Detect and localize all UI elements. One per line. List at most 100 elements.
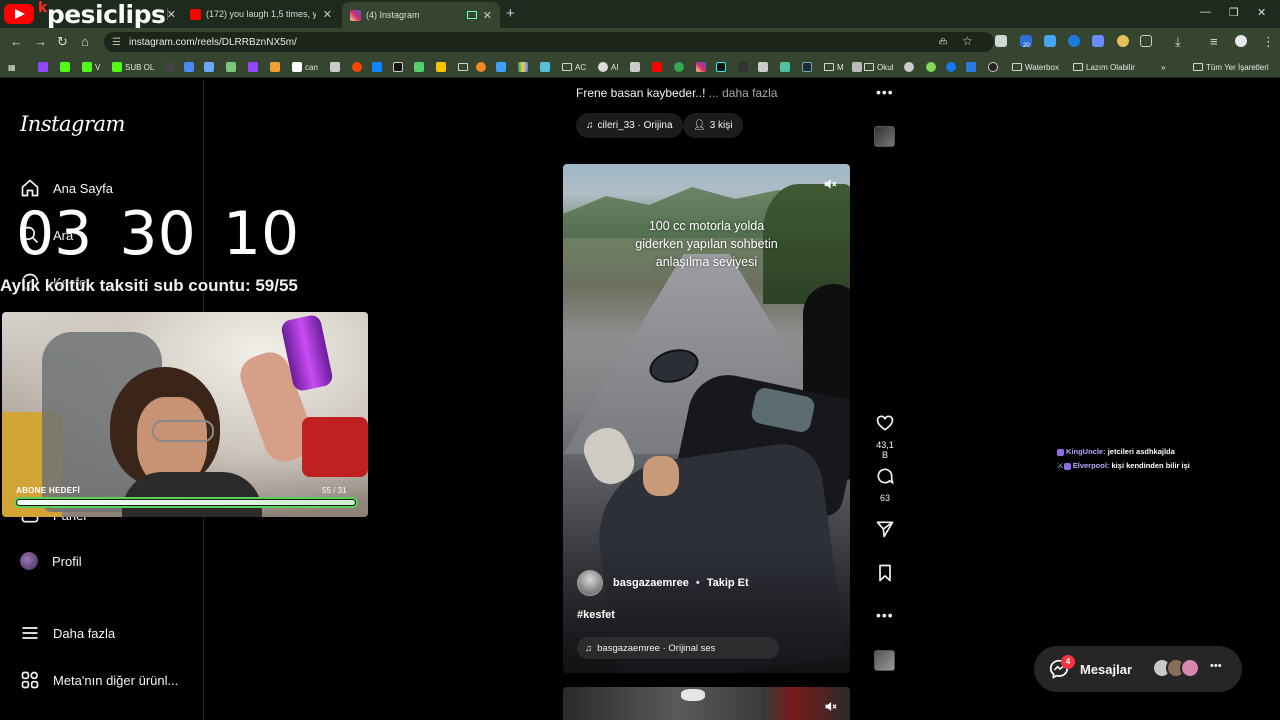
close-window-button[interactable]: ✕ xyxy=(1257,6,1266,19)
extension-pen-icon[interactable] xyxy=(995,35,1007,47)
reel-audio-pill[interactable]: ♫ basgazaemree · Orijinal ses xyxy=(577,637,779,659)
facebook-icon[interactable] xyxy=(946,60,959,74)
save-button[interactable] xyxy=(872,563,898,588)
bookmark-folder-m[interactable]: M xyxy=(824,60,844,74)
youtube-icon[interactable] xyxy=(652,60,665,74)
mute-icon[interactable] xyxy=(823,699,838,714)
bookmark-folder-lazim[interactable]: Lazım Olabilir xyxy=(1073,60,1135,74)
restore-button[interactable]: ❐ xyxy=(1229,6,1239,19)
bluesky-icon[interactable] xyxy=(372,60,385,74)
bookmark-sub-ol[interactable]: SUB OL xyxy=(112,60,154,74)
next-reel-video[interactable] xyxy=(563,687,850,720)
bookmark-can[interactable]: can xyxy=(292,60,318,74)
bookmark-icon[interactable] xyxy=(926,60,939,74)
sidebar-item-profile[interactable]: Profil xyxy=(20,552,82,570)
bookmark-icon[interactable] xyxy=(414,60,427,74)
like-button[interactable]: 43,1 B xyxy=(872,413,898,460)
bookmark-icon[interactable] xyxy=(738,60,751,74)
extension-icon[interactable] xyxy=(1068,35,1080,47)
more-link[interactable]: ... daha fazla xyxy=(709,86,778,100)
bookmark-icon[interactable] xyxy=(226,60,239,74)
bookmark-icon[interactable] xyxy=(780,60,793,74)
bookmark-icon[interactable] xyxy=(204,60,217,74)
author-name[interactable]: basgazaemree xyxy=(613,577,689,589)
tagged-people-pill[interactable]: 👤︎ 3 kişi xyxy=(683,113,743,138)
sidebar-item-meta-apps[interactable]: Meta'nın diğer ürünl... xyxy=(20,670,178,690)
bookmark-icon[interactable] xyxy=(270,60,283,74)
sidebar-item-home[interactable]: Ana Sayfa xyxy=(20,178,113,198)
forward-button[interactable]: → xyxy=(34,34,47,49)
bookmark-icon[interactable] xyxy=(330,60,343,74)
extension-icon[interactable] xyxy=(1044,35,1056,47)
folder-icon[interactable] xyxy=(458,60,471,74)
bookmark-icon[interactable] xyxy=(60,60,73,74)
audio-thumbnail[interactable] xyxy=(874,650,895,671)
reddit-icon[interactable] xyxy=(352,60,365,74)
messages-unread-badge: 4 xyxy=(1061,655,1075,669)
bookmark-icon[interactable] xyxy=(630,60,643,74)
tiktok-icon[interactable] xyxy=(716,60,729,74)
bookmark-icon[interactable] xyxy=(248,60,261,74)
bookmark-icon[interactable]: V xyxy=(82,60,100,74)
sidebar-item-more[interactable]: Daha fazla xyxy=(20,623,115,643)
bookmark-icon[interactable] xyxy=(476,60,489,74)
bookmark-folder-all[interactable]: Tüm Yer İşaretleri xyxy=(1193,60,1269,74)
bookmark-folder-okul[interactable]: Okul xyxy=(864,60,893,74)
tab-youtube[interactable]: (172) you laugh 1,5 times, you ✕ xyxy=(184,3,338,25)
bookmark-ai[interactable]: AI xyxy=(598,60,619,74)
more-bookmarks-icon[interactable]: » xyxy=(1161,60,1165,74)
download-icon[interactable]: ⤓ xyxy=(1175,34,1181,50)
more-dots-icon[interactable]: ••• xyxy=(1210,660,1222,672)
browser-menu-icon[interactable]: ⋮ xyxy=(1262,34,1275,50)
close-tab-icon[interactable]: ✕ xyxy=(162,3,176,25)
reel-hashtag[interactable]: #kesfet xyxy=(577,609,615,621)
tab-instagram[interactable]: (4) Instagram ✕ xyxy=(342,2,500,28)
home-button[interactable]: ⌂ xyxy=(81,34,89,49)
x-icon[interactable] xyxy=(393,60,406,74)
apple-icon[interactable] xyxy=(904,60,917,74)
instagram-icon[interactable] xyxy=(696,60,709,74)
audio-thumbnail[interactable] xyxy=(874,126,895,147)
follow-button[interactable]: Takip Et xyxy=(707,577,749,589)
bookmark-icon[interactable] xyxy=(758,60,771,74)
audio-pill[interactable]: ♫ cileri_33 · Orijina xyxy=(576,113,683,138)
author-avatar[interactable] xyxy=(577,570,603,596)
bookmark-folder-ac[interactable]: AC xyxy=(562,60,586,74)
bookmark-icon[interactable] xyxy=(184,60,197,74)
back-button[interactable]: ← xyxy=(10,34,23,49)
more-options-icon[interactable]: ••• xyxy=(876,607,894,623)
bookmark-icon[interactable] xyxy=(540,60,553,74)
translate-extension-icon[interactable] xyxy=(1092,35,1104,47)
zoom-icon[interactable]: ⌕ xyxy=(940,34,946,47)
bookmark-folder-waterbox[interactable]: Waterbox xyxy=(1012,60,1059,74)
tab-search-icon[interactable]: ≡ xyxy=(1210,34,1218,49)
bookmark-icon[interactable] xyxy=(436,60,449,74)
url-field[interactable]: ☰ instagram.com/reels/DLRRBznNX5m/ ▭ xyxy=(104,32,994,52)
more-options-icon[interactable]: ••• xyxy=(876,84,894,100)
bookmark-star-icon[interactable]: ☆ xyxy=(962,34,973,48)
extensions-puzzle-icon[interactable] xyxy=(1140,35,1152,47)
close-tab-icon[interactable]: ✕ xyxy=(323,8,332,21)
instagram-logo[interactable]: Instagram xyxy=(20,112,125,136)
close-tab-icon[interactable]: ✕ xyxy=(483,9,492,22)
new-tab-button[interactable]: + xyxy=(506,5,515,22)
github-icon[interactable] xyxy=(988,60,1001,74)
extension-icon[interactable] xyxy=(1117,35,1129,47)
mute-icon[interactable] xyxy=(822,176,838,192)
bookmark-icon[interactable] xyxy=(496,60,509,74)
bookmark-icon[interactable] xyxy=(164,60,177,74)
share-button[interactable] xyxy=(872,519,898,544)
apps-grid-icon[interactable]: ▦ xyxy=(8,60,16,74)
reel-video[interactable]: 100 cc motorla yolda giderken yapılan so… xyxy=(563,164,850,673)
site-info-icon[interactable]: ☰ xyxy=(112,37,121,48)
maps-icon[interactable] xyxy=(674,60,687,74)
minimize-button[interactable]: — xyxy=(1200,6,1211,18)
bookmark-icon[interactable] xyxy=(38,60,51,74)
messages-button[interactable]: Mesajlar ••• xyxy=(1034,646,1242,692)
reload-button[interactable]: ↻ xyxy=(57,34,68,50)
google-drive-icon[interactable] xyxy=(518,60,531,74)
comment-button[interactable]: 63 xyxy=(872,466,898,503)
bookmark-icon[interactable] xyxy=(966,60,979,74)
steam-icon[interactable] xyxy=(802,60,815,74)
profile-avatar-icon[interactable] xyxy=(1235,35,1247,47)
